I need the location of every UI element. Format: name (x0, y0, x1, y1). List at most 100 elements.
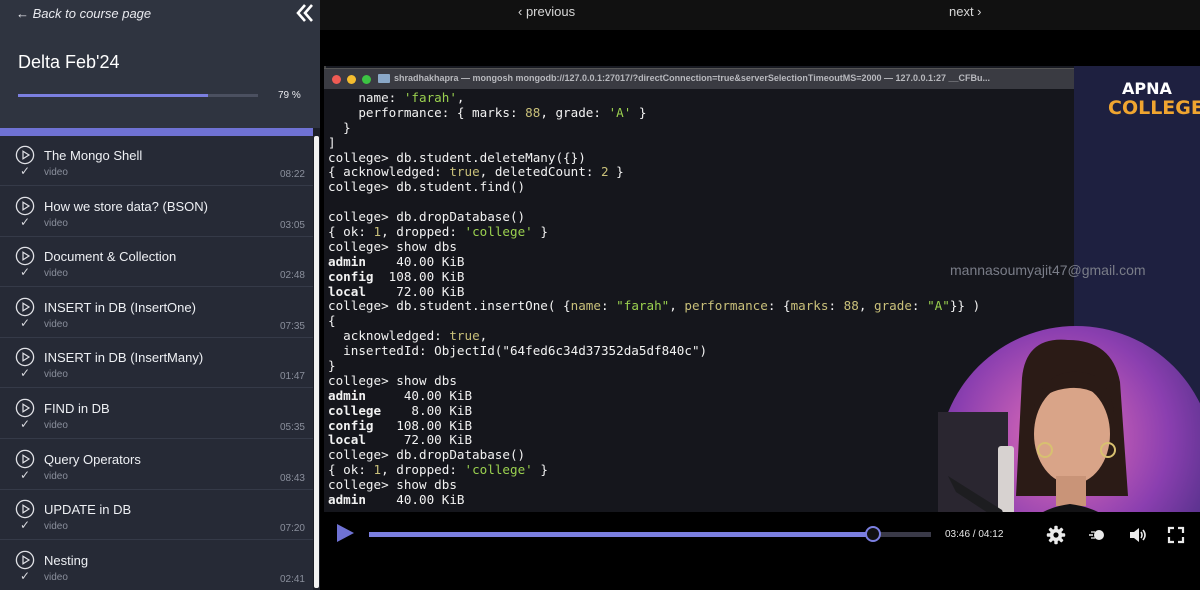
terminal-line: college> db.student.deleteMany({}) (328, 149, 586, 165)
course-sidebar: ← Back to course page Delta Feb'24 79 % … (0, 0, 320, 590)
lesson-type: video (44, 420, 68, 431)
lesson-title: Document & Collection (44, 249, 177, 264)
terminal-line: performance: { marks: 88, grade: 'A' } (328, 104, 647, 120)
lesson-type: video (44, 268, 68, 279)
play-circle-icon (15, 499, 35, 519)
play-circle-icon (15, 196, 35, 216)
previous-lesson-link[interactable]: ‹ previous (518, 4, 575, 19)
terminal-line: ] (328, 134, 336, 150)
play-circle-icon (15, 145, 35, 165)
lesson-item[interactable]: ✓ FIND in DB video 05:35 (0, 389, 313, 439)
lesson-title: Query Operators (44, 452, 141, 467)
terminal-line: college> db.student.insertOne( {name: "f… (328, 298, 981, 314)
volume-icon[interactable] (1128, 525, 1148, 545)
lesson-title: INSERT in DB (InsertOne) (44, 300, 196, 315)
terminal-line: college> db.dropDatabase() (328, 209, 526, 225)
play-circle-icon (15, 550, 35, 570)
completed-check-icon: ✓ (20, 417, 31, 431)
seek-bar-played (369, 532, 874, 537)
lesson-type: video (44, 218, 68, 229)
lesson-duration: 05:35 (279, 422, 305, 433)
lesson-duration: 02:41 (279, 574, 305, 585)
play-icon[interactable] (334, 522, 356, 544)
course-progress-percent: 79 % (278, 90, 301, 101)
course-progress-bar (18, 94, 258, 97)
lesson-title: The Mongo Shell (44, 148, 143, 163)
lesson-title: How we store data? (BSON) (44, 199, 209, 214)
minimize-dot-icon (347, 75, 356, 84)
lesson-item[interactable]: ✓ The Mongo Shell video 08:22 (0, 136, 313, 186)
lesson-item[interactable]: ✓ INSERT in DB (InsertOne) video 07:35 (0, 288, 313, 338)
sidebar-accent-bar (0, 128, 320, 136)
play-circle-icon (15, 297, 35, 317)
lesson-duration: 07:35 (279, 321, 305, 332)
player-controls: 03:46 / 04:12 (324, 512, 1200, 590)
course-progress-fill (18, 94, 208, 97)
play-circle-icon (15, 347, 35, 367)
completed-check-icon: ✓ (20, 569, 31, 583)
completed-check-icon: ✓ (20, 518, 31, 532)
play-circle-icon (15, 449, 35, 469)
maximize-dot-icon (362, 75, 371, 84)
lesson-duration: 08:22 (279, 169, 305, 180)
terminal-line: { ok: 1, dropped: 'college' } (328, 224, 548, 240)
terminal-line: local 72.00 KiB (328, 283, 465, 299)
lesson-type: video (44, 319, 68, 330)
terminal-line: name: 'farah', (328, 90, 465, 105)
lesson-item[interactable]: ✓ UPDATE in DB video 07:20 (0, 490, 313, 540)
seek-handle[interactable] (865, 526, 882, 542)
lesson-type: video (44, 167, 68, 178)
lesson-duration: 08:43 (279, 473, 305, 484)
terminal-title: shradhakhapra — mongosh mongodb://127.0.… (394, 73, 991, 83)
speed-icon[interactable] (1086, 525, 1106, 545)
email-watermark: mannasoumyajit47@gmail.com (950, 262, 1146, 278)
brand-line-1: APNA (1122, 79, 1172, 98)
play-circle-icon (15, 398, 35, 418)
lesson-duration: 03:05 (279, 220, 305, 231)
lesson-item[interactable]: ✓ Document & Collection video 02:48 (0, 237, 313, 287)
apna-college-logo: APNA COLLEGE (1108, 79, 1200, 119)
video-top-band (320, 30, 1200, 66)
lesson-title: INSERT in DB (InsertMany) (44, 350, 204, 365)
lesson-item[interactable]: ✓ Nesting video 02:41 (0, 541, 313, 590)
lesson-title: FIND in DB (44, 401, 110, 416)
completed-check-icon: ✓ (20, 164, 31, 178)
completed-check-icon: ✓ (20, 468, 31, 482)
next-lesson-link[interactable]: next › (949, 4, 982, 19)
lesson-item[interactable]: ✓ INSERT in DB (InsertMany) video 01:47 (0, 338, 313, 388)
lesson-type: video (44, 471, 68, 482)
terminal-line: { acknowledged: true, deletedCount: 2 } (328, 164, 624, 180)
lesson-type: video (44, 572, 68, 583)
sidebar-scrollbar-thumb[interactable] (314, 136, 319, 588)
double-chevron-left-icon[interactable] (294, 2, 316, 24)
fullscreen-icon[interactable] (1166, 525, 1186, 545)
completed-check-icon: ✓ (20, 265, 31, 279)
time-display: 03:46 / 04:12 (945, 529, 1004, 540)
terminal-titlebar: shradhakhapra — mongosh mongodb://127.0.… (324, 69, 1074, 89)
lesson-list: ✓ The Mongo Shell video 08:22 ✓ How we store … (0, 136, 313, 590)
gear-icon[interactable] (1046, 525, 1066, 545)
back-to-course-link[interactable]: ← Back to course page (16, 6, 151, 21)
seek-bar[interactable] (369, 532, 931, 537)
lesson-duration: 02:48 (279, 270, 305, 281)
lesson-title: Nesting (44, 553, 89, 568)
lesson-title: UPDATE in DB (44, 502, 132, 517)
lesson-item[interactable]: ✓ How we store data? (BSON) video 03:05 (0, 187, 313, 237)
terminal-line: college> show dbs (328, 238, 457, 254)
completed-check-icon: ✓ (20, 215, 31, 229)
lesson-duration: 07:20 (279, 523, 305, 534)
folder-icon (378, 74, 390, 83)
completed-check-icon: ✓ (20, 366, 31, 380)
terminal-line: } (328, 119, 351, 135)
completed-check-icon: ✓ (20, 316, 31, 330)
lesson-duration: 01:47 (279, 371, 305, 382)
sidebar-header: ← Back to course page Delta Feb'24 79 % (0, 0, 320, 128)
lesson-item[interactable]: ✓ Query Operators video 08:43 (0, 440, 313, 490)
lecture-nav-bar: ‹ previous next › (320, 0, 1200, 30)
close-dot-icon (332, 75, 341, 84)
play-circle-icon (15, 246, 35, 266)
lesson-type: video (44, 521, 68, 532)
lesson-type: video (44, 369, 68, 380)
brand-line-2: COLLEGE (1108, 97, 1200, 119)
